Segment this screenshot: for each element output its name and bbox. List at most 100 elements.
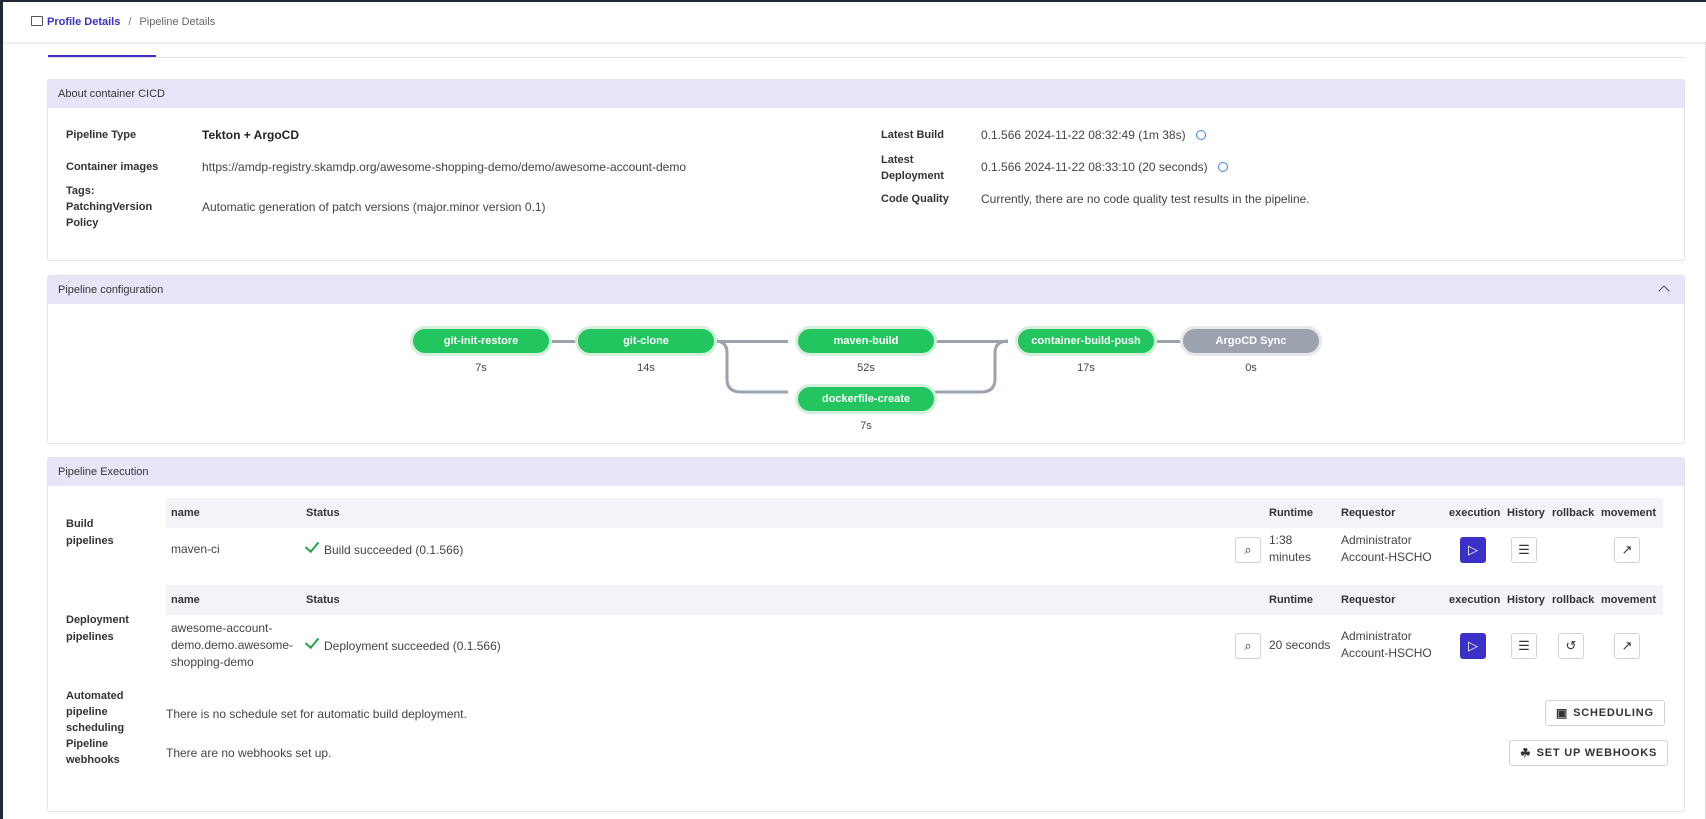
alarm-clock-icon bbox=[1195, 130, 1206, 140]
pipeline-node-git-clone[interactable]: git-clone bbox=[575, 326, 717, 356]
col-requestor: Requestor bbox=[1341, 507, 1396, 519]
breadcrumb-separator: / bbox=[128, 16, 132, 28]
chevron-up-icon[interactable] bbox=[1658, 285, 1670, 297]
play-circle-icon: ▷ bbox=[1468, 638, 1478, 653]
build-requestor-1: Administrator bbox=[1341, 533, 1412, 547]
latest-build-value: 0.1.566 2024-11-22 08:32:49 (1m 38s) bbox=[981, 127, 1206, 143]
deploy-name-1: awesome-account- bbox=[171, 621, 273, 635]
node-duration: 0s bbox=[1245, 362, 1257, 374]
webhooks-text: There are no webhooks set up. bbox=[166, 746, 332, 760]
deploy-table-header: name Status Runtime Requestor execution … bbox=[166, 585, 1663, 615]
col-name: name bbox=[171, 594, 200, 606]
execution-panel-title: Pipeline Execution bbox=[58, 466, 149, 478]
col-runtime: Runtime bbox=[1269, 594, 1313, 606]
view-logs-button[interactable]: ⌕ bbox=[1235, 537, 1261, 563]
connector bbox=[550, 340, 577, 343]
setup-webhooks-button[interactable]: ☘ SET UP WEBHOOKS bbox=[1509, 740, 1669, 766]
pipeline-node-maven-build[interactable]: maven-build bbox=[795, 326, 937, 356]
deploy-open-button[interactable]: ↗ bbox=[1614, 633, 1640, 659]
deploy-status: Deployment succeeded (0.1.566) bbox=[304, 633, 501, 655]
breadcrumb-current: Pipeline Details bbox=[139, 16, 216, 28]
list-icon: ☰ bbox=[1518, 638, 1530, 653]
build-runtime-2: minutes bbox=[1269, 550, 1312, 564]
build-requestor-2: Account-HSCHO bbox=[1341, 550, 1432, 564]
deploy-history-button[interactable]: ☰ bbox=[1511, 633, 1537, 659]
node-duration: 17s bbox=[1077, 362, 1095, 374]
pipeline-node-argocd-sync[interactable]: ArgoCD Sync bbox=[1180, 326, 1322, 356]
pipeline-type-label: Pipeline Type bbox=[66, 129, 137, 141]
deploy-pipelines-label-1: Deployment bbox=[66, 614, 129, 626]
breadcrumb: Profile Details / Pipeline Details bbox=[3, 2, 1706, 42]
build-pipelines-label-1: Build bbox=[66, 518, 94, 530]
scheduling-button[interactable]: ▣ SCHEDULING bbox=[1545, 700, 1665, 726]
pipeline-node-dockerfile-create[interactable]: dockerfile-create bbox=[795, 384, 937, 414]
col-status: Status bbox=[306, 507, 340, 519]
check-icon bbox=[304, 633, 320, 650]
patching-label-1: PatchingVersion bbox=[66, 201, 153, 213]
node-duration: 14s bbox=[637, 362, 655, 374]
about-panel: About container CICD Pipeline Type Tekto… bbox=[47, 79, 1685, 261]
col-execution: execution bbox=[1449, 507, 1501, 519]
build-open-button[interactable]: ↗ bbox=[1614, 537, 1640, 563]
deploy-requestor-1: Administrator bbox=[1341, 629, 1412, 643]
container-images-label: Container images bbox=[66, 161, 159, 173]
search-icon: ⌕ bbox=[1244, 638, 1252, 653]
latest-deploy-label-1: Latest bbox=[881, 154, 914, 166]
deploy-status-text: Deployment succeeded (0.1.566) bbox=[324, 639, 501, 653]
tab-divider bbox=[48, 57, 1685, 58]
col-history: History bbox=[1507, 507, 1545, 519]
col-requestor: Requestor bbox=[1341, 594, 1396, 606]
code-quality-label: Code Quality bbox=[881, 193, 949, 205]
rollback-button[interactable]: ↺ bbox=[1558, 633, 1584, 659]
col-status: Status bbox=[306, 594, 340, 606]
pipeline-type-value: Tekton + ArgoCD bbox=[202, 128, 300, 142]
config-panel-header[interactable]: Pipeline configuration bbox=[48, 276, 1684, 304]
col-rollback: rollback bbox=[1552, 594, 1595, 606]
build-pipeline-name: maven-ci bbox=[171, 542, 220, 556]
connector bbox=[1155, 340, 1182, 343]
pipeline-node-git-init-restore[interactable]: git-init-restore bbox=[410, 326, 552, 356]
col-history: History bbox=[1507, 594, 1545, 606]
webhooks-label-2: webhooks bbox=[66, 754, 120, 766]
col-name: name bbox=[171, 507, 200, 519]
list-icon: ☰ bbox=[1518, 542, 1530, 557]
code-quality-value: Currently, there are no code quality tes… bbox=[981, 192, 1310, 206]
deploy-pipelines-label-2: pipelines bbox=[66, 631, 114, 643]
run-build-button[interactable]: ▷ bbox=[1460, 537, 1486, 563]
webhook-icon: ☘ bbox=[1520, 746, 1532, 760]
deploy-runtime: 20 seconds bbox=[1269, 638, 1331, 652]
config-panel: Pipeline configuration git-init-restore … bbox=[47, 275, 1685, 444]
build-status-text: Build succeeded (0.1.566) bbox=[324, 543, 464, 557]
node-duration: 52s bbox=[857, 362, 875, 374]
build-history-button[interactable]: ☰ bbox=[1511, 537, 1537, 563]
config-panel-title: Pipeline configuration bbox=[58, 284, 164, 296]
scheduling-text: There is no schedule set for automatic b… bbox=[166, 707, 467, 721]
external-link-icon: ↗ bbox=[1621, 638, 1633, 653]
run-deploy-button[interactable]: ▷ bbox=[1460, 633, 1486, 659]
build-table-header: name Status Runtime Requestor execution … bbox=[166, 498, 1663, 528]
breadcrumb-profile-link[interactable]: Profile Details bbox=[47, 16, 120, 28]
view-logs-button[interactable]: ⌕ bbox=[1235, 633, 1261, 659]
latest-deploy-text: 0.1.566 2024-11-22 08:33:10 (20 seconds) bbox=[981, 160, 1208, 174]
patching-value: Automatic generation of patch versions (… bbox=[202, 200, 546, 214]
tags-label: Tags: bbox=[66, 185, 95, 197]
search-icon: ⌕ bbox=[1244, 542, 1252, 557]
setup-webhooks-button-label: SET UP WEBHOOKS bbox=[1536, 747, 1658, 759]
deploy-name-3: shopping-demo bbox=[171, 655, 254, 669]
webhooks-label-1: Pipeline bbox=[66, 738, 109, 750]
deploy-name-2: demo.demo.awesome- bbox=[171, 638, 294, 652]
node-duration: 7s bbox=[860, 420, 872, 432]
calendar-icon: ▣ bbox=[1556, 706, 1569, 720]
deploy-requestor-2: Account-HSCHO bbox=[1341, 646, 1432, 660]
patching-label-2: Policy bbox=[66, 217, 99, 229]
monitor-icon bbox=[31, 16, 43, 26]
build-pipelines-label-2: pipelines bbox=[66, 535, 114, 547]
scheduling-button-label: SCHEDULING bbox=[1573, 707, 1654, 719]
alarm-clock-icon bbox=[1217, 162, 1228, 172]
about-panel-header: About container CICD bbox=[48, 80, 1684, 108]
col-execution: execution bbox=[1449, 594, 1501, 606]
build-status: Build succeeded (0.1.566) bbox=[304, 537, 464, 559]
pipeline-node-container-build-push[interactable]: container-build-push bbox=[1015, 326, 1157, 356]
scheduling-label-2: pipeline bbox=[66, 706, 108, 718]
latest-build-label: Latest Build bbox=[881, 129, 944, 141]
